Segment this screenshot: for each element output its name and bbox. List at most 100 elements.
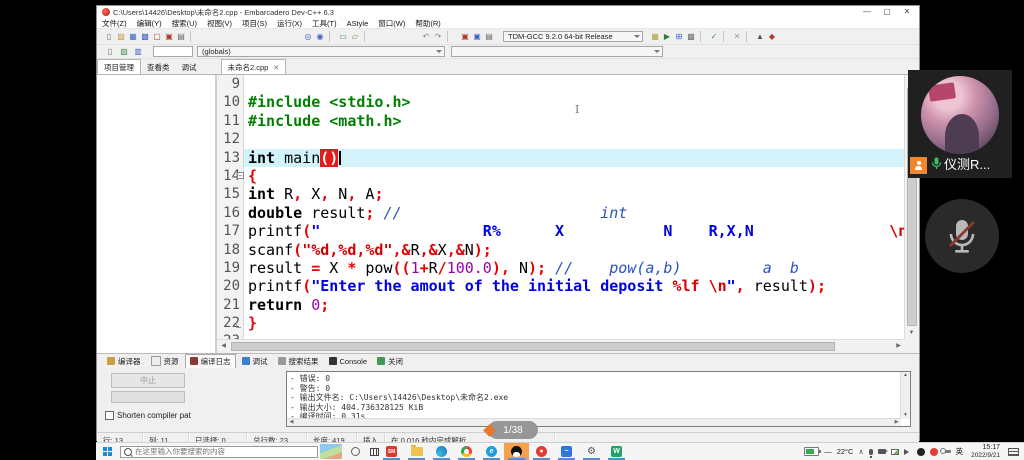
taskbar-app-wps[interactable]: W <box>604 443 629 460</box>
editor-horizontal-scrollbar[interactable]: ◀ ▶ <box>217 339 905 353</box>
menu-item[interactable]: 帮助(R) <box>410 18 445 29</box>
tray-expand-icon[interactable]: ∧ <box>858 448 863 456</box>
checkbox[interactable] <box>105 411 114 420</box>
menu-item[interactable]: 工具(T) <box>307 18 342 29</box>
profile-stop-button[interactable]: ◆ <box>766 31 778 43</box>
add-watch-button[interactable]: ▣ <box>459 31 471 43</box>
page-indicator-badge[interactable]: 1/38 <box>488 421 538 439</box>
code-line[interactable]: 14−{ <box>217 167 905 185</box>
menu-item[interactable]: 窗口(W) <box>373 18 410 29</box>
code-line[interactable]: 9 <box>217 75 905 93</box>
tray-key-icon[interactable] <box>943 450 951 453</box>
bottom-tab-search-results[interactable]: 搜索结果 <box>274 355 323 368</box>
taskbar-clock[interactable]: 15:17 2022/9/21 <box>971 444 1000 459</box>
temperature-label[interactable]: 22°C <box>837 447 854 456</box>
panel-tab-debug-panel[interactable]: 调试 <box>176 60 203 74</box>
taskbar-app-red[interactable]: ● <box>529 443 554 460</box>
windows-start-icon[interactable] <box>103 447 112 456</box>
forward-button[interactable]: ▨ <box>117 46 131 57</box>
bottom-tab-console[interactable]: Console <box>325 356 372 367</box>
new-file-button[interactable]: ▯ <box>103 31 115 43</box>
save-all-button[interactable]: ▩ <box>139 31 151 43</box>
notification-center-icon[interactable] <box>1008 448 1019 456</box>
code-line[interactable]: 12 <box>217 130 905 148</box>
ime-indicator[interactable]: 英 <box>956 446 964 457</box>
task-view-icon[interactable] <box>370 448 379 456</box>
scroll-right-icon[interactable]: ▶ <box>892 419 901 426</box>
code-line[interactable]: 21return 0; <box>217 296 905 314</box>
taskbar-app-explorer[interactable] <box>404 443 429 460</box>
member-field[interactable] <box>153 46 193 57</box>
code-line[interactable]: 18scanf("%d,%d,%d",&R,&X,&N); <box>217 241 905 259</box>
taskbar-app-meeting[interactable]: ~ <box>554 443 579 460</box>
taskbar-search[interactable] <box>120 446 318 458</box>
compile-button[interactable]: ▦ <box>649 31 661 43</box>
menu-item[interactable]: 编辑(Y) <box>132 18 167 29</box>
log-horizontal-scrollbar[interactable]: ◀ ▶ <box>287 418 901 426</box>
code-line[interactable]: 19result = X * pow((1+R/100.0), N); // p… <box>217 259 905 277</box>
scroll-down-icon[interactable]: ▼ <box>905 327 918 340</box>
scroll-down-icon[interactable]: ▼ <box>901 412 910 419</box>
code-line[interactable]: 11#include <math.h> <box>217 112 905 130</box>
maximize-button[interactable]: ▢ <box>877 6 897 18</box>
replace-button[interactable]: ◉ <box>314 31 326 43</box>
code-line[interactable]: 22} <box>217 314 905 332</box>
profile-button[interactable]: ▲ <box>754 31 766 43</box>
taskbar-app-settings[interactable]: ⚙ <box>579 443 604 460</box>
tray-speaker-icon[interactable] <box>904 449 912 455</box>
scrollbar-thumb[interactable] <box>231 342 835 351</box>
scroll-up-icon[interactable]: ▲ <box>901 372 910 379</box>
watch-list-button[interactable]: ▤ <box>483 31 495 43</box>
menu-item[interactable]: AStyle <box>342 19 374 28</box>
goto-line-button[interactable]: ▭ <box>337 31 349 43</box>
scroll-right-icon[interactable]: ▶ <box>892 340 905 353</box>
log-vertical-scrollbar[interactable]: ▲ ▼ <box>900 372 910 419</box>
compiler-select[interactable]: TDM-GCC 9.2.0 64-bit Release <box>503 31 643 42</box>
compile-log-box[interactable]: - 错误: 0- 警告: 0- 输出文件名: C:\Users\14426\De… <box>286 371 911 427</box>
tray-image-icon[interactable] <box>891 449 899 455</box>
close-tab-icon[interactable]: ✕ <box>273 64 279 72</box>
code-editor[interactable]: 910#include <stdio.h>11#include <math.h>… <box>217 75 919 353</box>
goto-declaration-button[interactable]: ▥ <box>131 46 145 57</box>
syntax-check-button[interactable]: ✓ <box>708 31 720 43</box>
minimize-button[interactable]: — <box>857 6 877 18</box>
menu-item[interactable]: 项目(S) <box>237 18 272 29</box>
abort-compile-button[interactable]: ✕ <box>731 31 743 43</box>
menu-item[interactable]: 搜索(U) <box>167 18 202 29</box>
close-file-button[interactable]: ▢ <box>151 31 163 43</box>
weather-widget[interactable] <box>320 444 342 459</box>
open-file-button[interactable]: ▨ <box>115 31 127 43</box>
redo-button[interactable]: ↷ <box>432 31 444 43</box>
tab-unnamed2-cpp[interactable]: 未命名2.cpp ✕ <box>221 59 287 74</box>
code-line[interactable]: 20printf("Enter the amout of the initial… <box>217 277 905 295</box>
scroll-left-icon[interactable]: ◀ <box>217 340 230 353</box>
bottom-tab-close[interactable]: 关闭 <box>373 355 407 368</box>
close-button[interactable]: ✕ <box>897 6 917 18</box>
panel-tab-class-viewer[interactable]: 查看类 <box>141 60 176 74</box>
menu-item[interactable]: 运行(X) <box>272 18 307 29</box>
code-line[interactable]: 10#include <stdio.h> <box>217 93 905 111</box>
tray-camera-icon[interactable] <box>878 449 886 454</box>
taskbar-app-edge[interactable] <box>429 443 454 460</box>
taskbar-app-chrome[interactable] <box>454 443 479 460</box>
save-file-button[interactable]: ▦ <box>127 31 139 43</box>
taskbar-app-ie[interactable]: e <box>479 443 504 460</box>
taskbar-app-qq-active[interactable] <box>504 443 529 460</box>
back-button[interactable]: ▯ <box>103 46 117 57</box>
menu-item[interactable]: 文件(Z) <box>97 18 132 29</box>
tray-mic-icon[interactable] <box>869 449 873 455</box>
bottom-tab-debug[interactable]: 调试 <box>238 355 272 368</box>
find-button[interactable]: ◎ <box>302 31 314 43</box>
bookmark-button[interactable]: ▱ <box>349 31 361 43</box>
compile-run-button[interactable]: ⊞ <box>673 31 685 43</box>
code-line[interactable]: 17printf(" R% X N R,X,N \n" <box>217 222 905 240</box>
members-select[interactable] <box>451 46 663 57</box>
code-line[interactable]: 16double result; // int <box>217 204 905 222</box>
tray-qq-red-icon[interactable] <box>930 448 938 456</box>
mic-muted-button[interactable] <box>925 199 999 273</box>
scroll-left-icon[interactable]: ◀ <box>287 419 296 426</box>
taskbar-app-sm[interactable]: SM <box>379 443 404 460</box>
bottom-tab-compile-log[interactable]: 编译日志 <box>185 354 236 369</box>
battery-icon[interactable] <box>804 447 819 456</box>
rebuild-all-button[interactable]: ▩ <box>685 31 697 43</box>
